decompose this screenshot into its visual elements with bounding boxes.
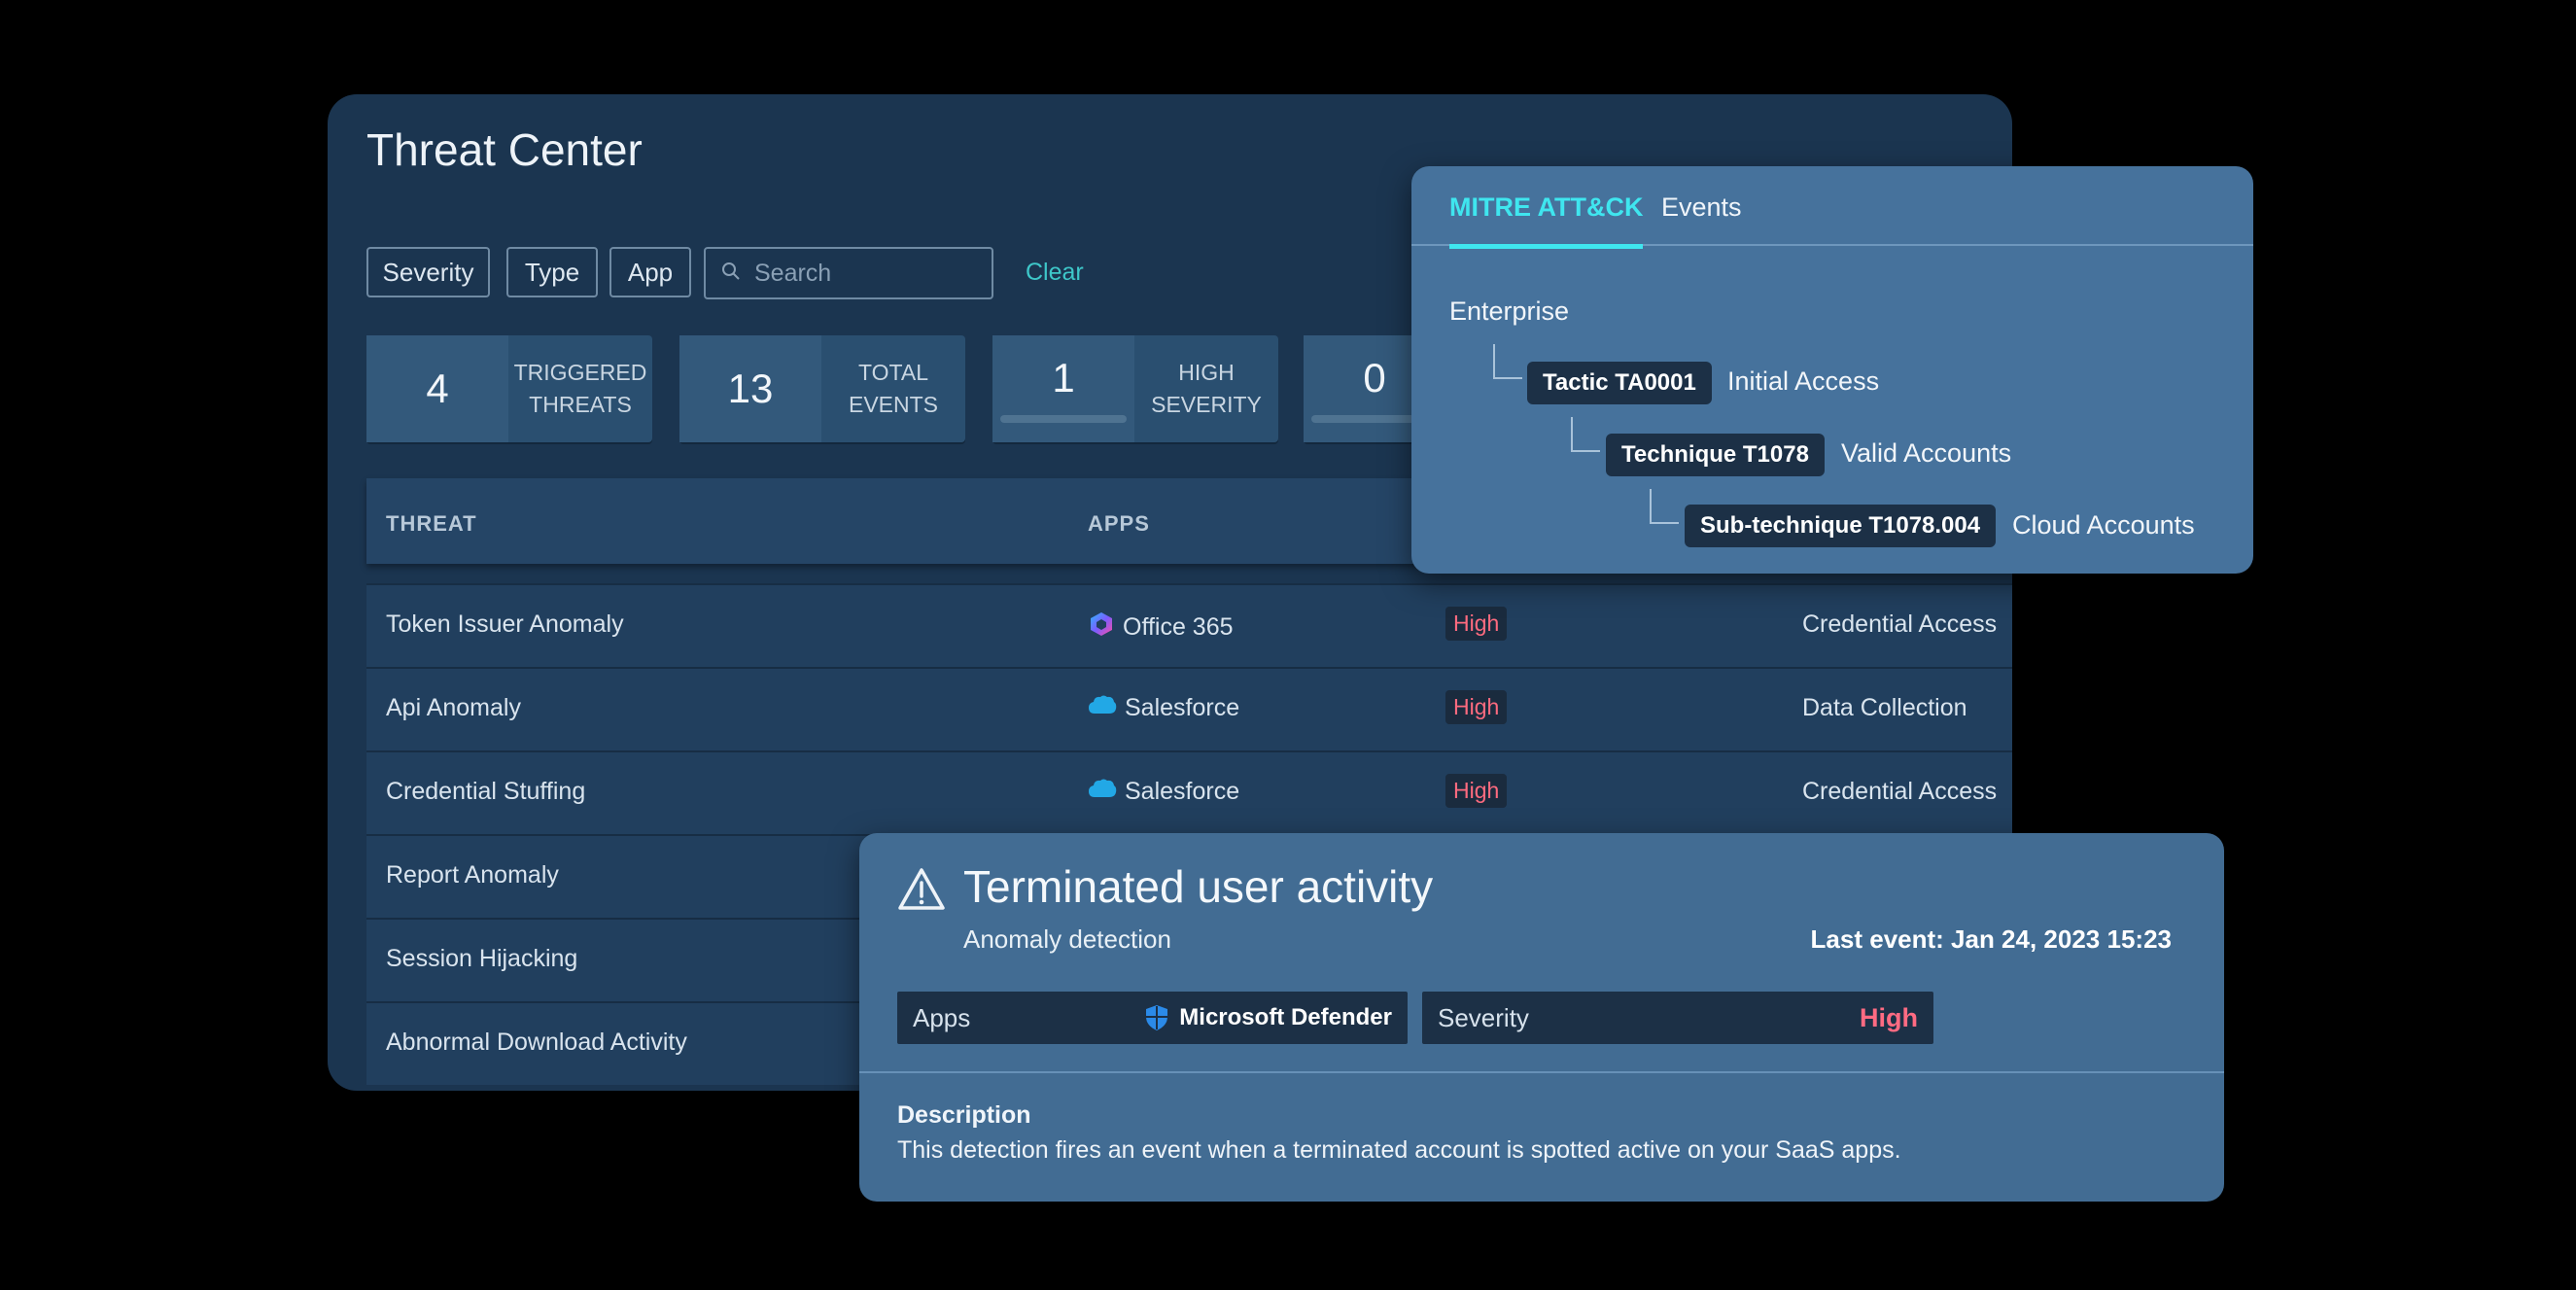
stat-value: 4 <box>366 335 508 442</box>
threat-name: Abnormal Download Activity <box>386 1029 687 1056</box>
stat-card-triggered-threats[interactable]: 4 TRIGGERED THREATS <box>366 335 652 442</box>
search-box[interactable] <box>704 247 993 299</box>
warning-triangle-icon <box>897 866 946 916</box>
tree-connector <box>1650 489 1679 524</box>
page-title: Threat Center <box>366 124 643 175</box>
table-row[interactable]: Token Issuer Anomaly Office 365 High Cre… <box>366 583 2012 667</box>
search-icon <box>721 261 741 286</box>
category-cell: Credential Access <box>1802 778 1998 805</box>
salesforce-cloud-icon <box>1088 778 1125 806</box>
sub-technique-badge: Sub-technique T1078.004 <box>1685 505 1997 547</box>
tab-mitre-attack[interactable]: MITRE ATT&CK <box>1449 192 1644 249</box>
last-event-timestamp: Last event: Jan 24, 2023 15:23 <box>1810 924 2172 954</box>
column-header-threat[interactable]: THREAT <box>386 511 477 537</box>
category-cell: Credential Access <box>1802 610 1998 638</box>
stat-card-high-severity[interactable]: 1 HIGH SEVERITY <box>992 335 1278 442</box>
severity-badge: High <box>1445 690 1508 724</box>
app-name: Salesforce <box>1125 778 1240 805</box>
apps-field: Apps Microsoft Defender <box>897 992 1408 1044</box>
category-cell: Data Collection <box>1802 694 1967 721</box>
app-filter-button[interactable]: App <box>609 247 691 297</box>
shield-icon <box>1144 1004 1169 1031</box>
alert-subtitle: Anomaly detection <box>963 924 1171 954</box>
stat-value: 13 <box>679 335 821 442</box>
app-name: Office 365 <box>1123 613 1234 641</box>
apps-value: Microsoft Defender <box>1144 1004 1392 1031</box>
office365-icon <box>1088 610 1123 645</box>
threat-name: Session Hijacking <box>386 945 578 972</box>
stat-label-line1: HIGH <box>1178 360 1235 385</box>
threat-name: Api Anomaly <box>386 694 521 721</box>
severity-label: Severity <box>1438 1002 1529 1032</box>
technique-badge: Technique T1078 <box>1606 434 1825 476</box>
threat-name: Credential Stuffing <box>386 778 586 805</box>
stat-label-line2: EVENTS <box>848 392 939 417</box>
alert-title: Terminated user activity <box>963 861 1434 912</box>
description-text: This detection fires an event when a ter… <box>897 1136 1901 1164</box>
tactic-badge: Tactic TA0001 <box>1527 362 1712 404</box>
apps-value-text: Microsoft Defender <box>1179 1004 1392 1030</box>
stat-label: TRIGGERED THREATS <box>508 335 652 442</box>
severity-badge: High <box>1445 774 1508 808</box>
technique-name: Valid Accounts <box>1841 438 2012 468</box>
severity-value: High <box>1860 1002 1918 1032</box>
table-row[interactable]: Credential Stuffing Salesforce High Cred… <box>366 750 2012 834</box>
stat-label: TOTAL EVENTS <box>821 335 965 442</box>
column-header-apps[interactable]: APPS <box>1088 511 1150 537</box>
app-cell: Salesforce <box>1088 778 1239 806</box>
enterprise-label: Enterprise <box>1449 296 1570 326</box>
type-filter-button[interactable]: Type <box>506 247 598 297</box>
tab-events[interactable]: Events <box>1661 192 1742 223</box>
severity-filter-button[interactable]: Severity <box>366 247 490 297</box>
threat-name: Token Issuer Anomaly <box>386 610 624 638</box>
sub-technique-name: Cloud Accounts <box>2012 510 2195 540</box>
description-title: Description <box>897 1101 1031 1129</box>
severity-badge: High <box>1445 607 1508 641</box>
search-input[interactable] <box>752 258 970 289</box>
stat-card-total-events[interactable]: 13 TOTAL EVENTS <box>679 335 965 442</box>
tree-connector <box>1493 344 1522 379</box>
terminated-user-activity-panel: Terminated user activity Anomaly detecti… <box>859 833 2224 1202</box>
table-row[interactable]: Api Anomaly Salesforce High Data Collect… <box>366 667 2012 750</box>
severity-field: Severity High <box>1422 992 1933 1044</box>
salesforce-cloud-icon <box>1088 694 1125 722</box>
stat-label-line1: TRIGGERED <box>513 360 647 385</box>
stat-label-line2: THREATS <box>529 392 632 417</box>
tree-connector <box>1571 417 1600 452</box>
app-cell: Office 365 <box>1088 610 1234 645</box>
stat-value: 1 <box>992 335 1134 442</box>
section-divider <box>859 1071 2224 1073</box>
stat-label-line1: TOTAL <box>858 360 928 385</box>
clear-filters-link[interactable]: Clear <box>1026 259 1084 287</box>
mitre-tabs: MITRE ATT&CK Events <box>1411 166 2253 249</box>
stat-progress-bar <box>1000 415 1127 423</box>
mitre-attack-panel: MITRE ATT&CK Events Enterprise Tactic TA… <box>1411 166 2253 574</box>
app-cell: Salesforce <box>1088 694 1239 722</box>
stat-label: HIGH SEVERITY <box>1134 335 1278 442</box>
stat-label-line2: SEVERITY <box>1151 392 1262 417</box>
threat-name: Report Anomaly <box>386 861 559 889</box>
apps-label: Apps <box>913 1002 971 1032</box>
app-name: Salesforce <box>1125 694 1240 721</box>
tactic-name: Initial Access <box>1727 366 1880 396</box>
